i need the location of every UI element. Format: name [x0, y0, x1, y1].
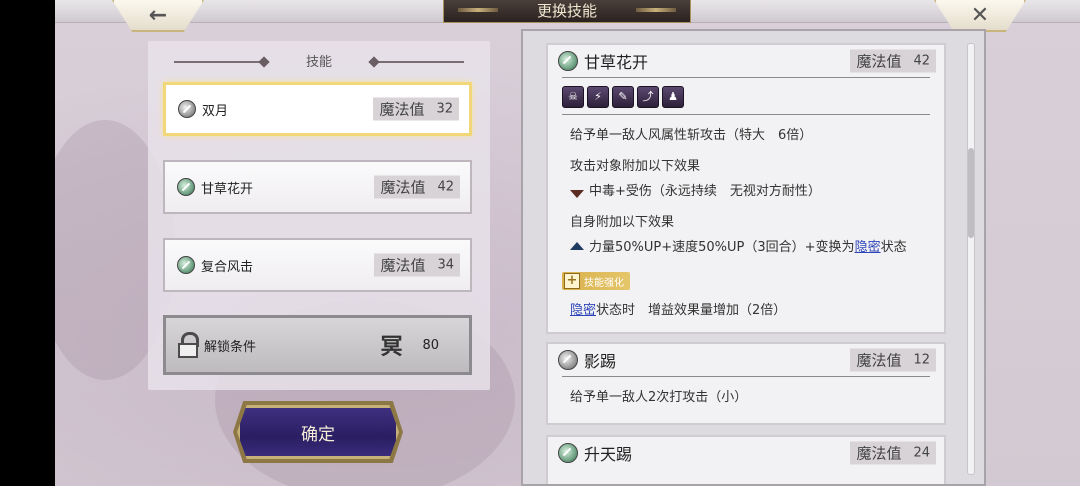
wind-skill-icon	[558, 443, 578, 463]
page-title: 更换技能	[443, 0, 691, 23]
mp-label: 魔法值	[856, 52, 902, 71]
skill-detail-card: 影踢 魔法值 12 给予单一敌人2次打攻击（小）	[546, 342, 946, 425]
unlock-requirement-value: 80	[422, 337, 439, 353]
mp-cost-badge: 魔法值 42	[850, 49, 936, 73]
skill-slot-3[interactable]: 复合风击 魔法值 34	[163, 238, 472, 292]
target-effect-header: 攻击对象附加以下效果	[570, 159, 701, 174]
divider	[562, 77, 930, 78]
sword-tag-icon: ✎	[612, 86, 634, 108]
self-effect-header: 自身附加以下效果	[570, 215, 675, 230]
skill-detail-panel[interactable]: 甘草花开 魔法值 42 ☠ ⚡ ✎ ⤴ ♟ 给予单一敌人风属性斩攻击（特大 6倍…	[521, 29, 986, 486]
unlock-condition-label: 解锁条件	[204, 339, 257, 355]
confirm-button[interactable]: 确定	[237, 405, 399, 459]
skill-enhance-label: 技能强化	[584, 277, 624, 289]
skill-detail-card: 甘草花开 魔法值 42 ☠ ⚡ ✎ ⤴ ♟ 给予单一敌人风属性斩攻击（特大 6倍…	[546, 43, 946, 334]
skill-description: 给予单一敌人风属性斩攻击（特大 6倍）	[570, 128, 813, 143]
mp-label: 魔法值	[856, 444, 902, 463]
self-effect-text: 力量50%UP+速度50%UP（3回合）+变换为	[589, 240, 855, 255]
skill-detail-header: 影踢 魔法值 12	[548, 344, 944, 376]
enhance-effect-text: 状态时 增益效果量增加（2倍）	[596, 303, 787, 318]
target-effect-text: 中毒+受伤（永远持续 无视对方耐性）	[589, 184, 821, 199]
skill-detail-card: 升天踢 魔法值 24	[546, 435, 946, 484]
scrollbar[interactable]	[967, 43, 975, 475]
back-arrow-icon: ←	[148, 2, 168, 28]
mp-cost-badge: 魔法值 42	[374, 175, 460, 199]
mp-cost-badge: 魔法值 34	[374, 253, 460, 277]
figure-tag-icon: ♟	[662, 86, 684, 108]
mp-value: 12	[913, 352, 930, 368]
skill-tag-row: ☠ ⚡ ✎ ⤴ ♟	[562, 86, 944, 108]
divider	[562, 376, 930, 377]
claw-tag-icon: ⚡	[587, 86, 609, 108]
divider	[562, 114, 930, 115]
wind-skill-icon	[558, 51, 578, 71]
wind-skill-icon	[177, 256, 195, 274]
self-effect-suffix: 状态	[880, 240, 907, 255]
scrollbar-thumb[interactable]	[968, 148, 974, 238]
plus-icon: +	[564, 273, 580, 289]
mp-label: 魔法值	[380, 256, 426, 275]
mp-cost-badge: 魔法值 24	[850, 441, 936, 465]
skill-detail-name: 甘草花开	[584, 53, 649, 72]
mp-value: 34	[437, 257, 454, 273]
skill-description: 给予单一敌人2次打攻击（小）	[570, 390, 748, 405]
mp-label: 魔法值	[380, 178, 426, 197]
enhance-row: + 技能强化	[548, 269, 944, 290]
mp-cost-badge: 魔法值 32	[373, 97, 459, 121]
mp-value: 24	[913, 445, 930, 461]
mp-cost-badge: 魔法值 12	[850, 348, 936, 372]
page-title-text: 更换技能	[536, 2, 597, 20]
self-effect: 力量50%UP+速度50%UP（3回合）+变换为隐密状态	[570, 236, 944, 255]
boot-tag-icon: ⤴	[637, 86, 659, 108]
skill-slot-locked[interactable]: 解锁条件 冥 80	[163, 315, 472, 375]
wind-skill-icon	[177, 178, 195, 196]
wind-skill-icon	[178, 100, 196, 118]
skill-name: 甘草花开	[201, 181, 254, 197]
enhance-effect: 隐密状态时 增益效果量增加（2倍）	[570, 299, 944, 318]
skill-detail-header: 升天踢 魔法值 24	[548, 437, 944, 469]
mp-value: 32	[436, 101, 453, 117]
mp-label: 魔法值	[856, 351, 902, 370]
skill-list-panel: 技能 双月 魔法值 32 甘草花开 魔法值 42 复合风击 魔法值 34 解锁条…	[148, 41, 490, 390]
confirm-label: 确定	[301, 424, 335, 445]
skill-name: 双月	[202, 103, 229, 119]
mp-value: 42	[913, 53, 930, 69]
stealth-link[interactable]: 隐密	[570, 303, 596, 318]
ornament-right	[374, 61, 464, 63]
unlock-requirement-glyph: 冥	[380, 335, 403, 360]
close-icon: ✕	[970, 2, 990, 28]
skull-tag-icon: ☠	[562, 86, 584, 108]
target-effect: 中毒+受伤（永远持续 无视对方耐性）	[570, 180, 944, 199]
debuff-down-arrow-icon	[570, 189, 584, 198]
unlock-requirement: 冥 80	[380, 329, 439, 361]
buff-up-arrow-icon	[570, 241, 584, 250]
skill-enhance-badge: + 技能强化	[562, 272, 630, 290]
skill-detail-name: 升天踢	[584, 445, 633, 464]
stealth-link[interactable]: 隐密	[855, 240, 881, 255]
mp-value: 42	[437, 179, 454, 195]
wind-skill-icon	[558, 350, 578, 370]
skill-slot-2[interactable]: 甘草花开 魔法值 42	[163, 160, 472, 214]
mp-label: 魔法值	[379, 100, 425, 119]
skill-name: 复合风击	[201, 259, 254, 275]
skill-detail-header: 甘草花开 魔法值 42	[548, 45, 944, 77]
lock-icon	[178, 332, 199, 358]
skill-slot-1[interactable]: 双月 魔法值 32	[163, 82, 472, 136]
skill-detail-name: 影踢	[584, 352, 617, 371]
